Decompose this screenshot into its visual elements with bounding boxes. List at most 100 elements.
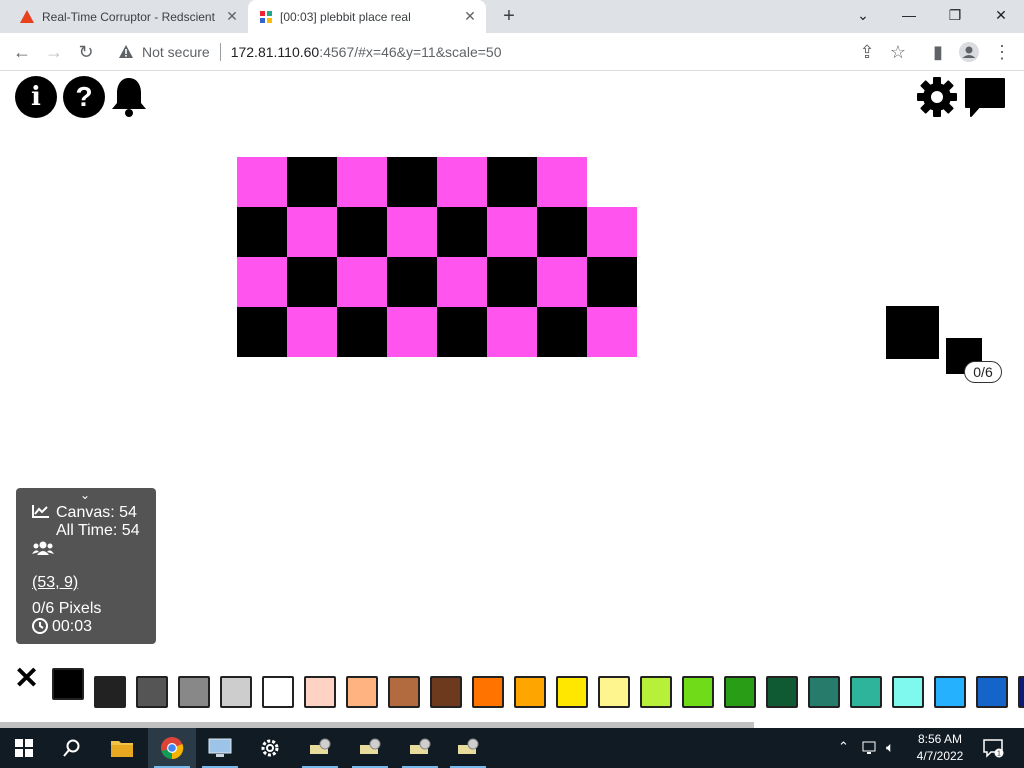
restore-button[interactable]: ❐: [932, 0, 978, 30]
canvas-pixel[interactable]: [237, 207, 287, 257]
palette-swatch[interactable]: [724, 676, 756, 708]
canvas-pixel[interactable]: [587, 307, 637, 357]
network-app-icon[interactable]: [346, 728, 394, 768]
browser-menu-icon[interactable]: ⋮: [990, 41, 1014, 65]
palette-swatch[interactable]: [262, 676, 294, 708]
canvas-pixel[interactable]: [437, 207, 487, 257]
canvas-pixel[interactable]: [237, 257, 287, 307]
canvas-pixel[interactable]: [387, 307, 437, 357]
address-bar: ← → ↻ Not secure 172.81.110.60:4567/#x=4…: [0, 33, 1024, 71]
remote-desktop-icon[interactable]: [196, 728, 244, 768]
canvas-pixel[interactable]: [387, 207, 437, 257]
coordinates-link[interactable]: (53, 9): [32, 574, 78, 592]
file-explorer-icon[interactable]: [98, 728, 146, 768]
canvas-pixel[interactable]: [287, 207, 337, 257]
chat-icon[interactable]: [963, 76, 1007, 123]
info-icon[interactable]: i: [15, 76, 57, 118]
palette-swatch[interactable]: [514, 676, 546, 708]
palette-swatch[interactable]: [934, 676, 966, 708]
palette-swatch[interactable]: [346, 676, 378, 708]
palette-swatch[interactable]: [640, 676, 672, 708]
canvas-pixel[interactable]: [387, 257, 437, 307]
canvas-pixel[interactable]: [437, 157, 487, 207]
palette-swatch[interactable]: [850, 676, 882, 708]
help-icon[interactable]: ?: [63, 76, 105, 118]
bookmark-star-icon[interactable]: ☆: [886, 41, 910, 65]
minimize-button[interactable]: —: [886, 0, 932, 30]
canvas-pixel[interactable]: [337, 307, 387, 357]
palette-swatch[interactable]: [808, 676, 840, 708]
palette-swatch[interactable]: [892, 676, 924, 708]
chrome-icon[interactable]: [148, 728, 196, 768]
new-tab-button[interactable]: +: [498, 6, 520, 28]
back-button[interactable]: ←: [10, 41, 34, 65]
place-page: i ? 0/6 ⌄ Canvas: 54 All Time: 54 (53, 9…: [0, 72, 1024, 728]
canvas-pixel[interactable]: [387, 157, 437, 207]
windows-start-icon[interactable]: [0, 728, 48, 768]
canvas-pixel[interactable]: [537, 207, 587, 257]
canvas-pixel[interactable]: [487, 307, 537, 357]
close-window-button[interactable]: ✕: [978, 0, 1024, 30]
share-icon[interactable]: ⇪: [855, 41, 879, 65]
network-app-icon[interactable]: [296, 728, 344, 768]
network-app-icon[interactable]: [396, 728, 444, 768]
canvas-pixel[interactable]: [537, 157, 587, 207]
palette-swatch[interactable]: [598, 676, 630, 708]
canvas-pixel[interactable]: [487, 207, 537, 257]
canvas-pixel[interactable]: [537, 257, 587, 307]
taskbar-clock[interactable]: 8:56 AM 4/7/2022: [910, 731, 970, 765]
tab-plebbit-place[interactable]: [00:03] plebbit place real ✕: [248, 0, 486, 33]
palette-swatch[interactable]: [976, 676, 1008, 708]
palette-swatch[interactable]: [220, 676, 252, 708]
palette-swatch[interactable]: [136, 676, 168, 708]
palette-swatch[interactable]: [388, 676, 420, 708]
palette-swatch[interactable]: [178, 676, 210, 708]
gear-icon[interactable]: [916, 76, 958, 123]
profile-avatar-icon[interactable]: [957, 41, 981, 65]
tab-real-time-corruptor[interactable]: Real-Time Corruptor - Redscient ✕: [8, 0, 248, 33]
canvas-pixel[interactable]: [337, 257, 387, 307]
close-tab-icon[interactable]: ✕: [462, 8, 478, 24]
tray-chevron-up-icon[interactable]: ⌃: [838, 739, 849, 755]
palette-swatch[interactable]: [94, 676, 126, 708]
reload-button[interactable]: ↻: [74, 41, 98, 65]
notifications-icon[interactable]: 1: [982, 738, 1004, 763]
palette-swatch[interactable]: [472, 676, 504, 708]
clock-date: 4/7/2022: [916, 749, 964, 763]
canvas-pixel[interactable]: [337, 157, 387, 207]
canvas-pixel[interactable]: [287, 157, 337, 207]
palette-swatch[interactable]: [556, 676, 588, 708]
settings-gear-icon[interactable]: [246, 728, 294, 768]
canvas-pixel[interactable]: [587, 207, 637, 257]
canvas-pixel[interactable]: [237, 307, 287, 357]
canvas-pixel[interactable]: [437, 257, 487, 307]
canvas-pixel[interactable]: [587, 257, 637, 307]
canvas-count: Canvas: 54: [56, 504, 137, 521]
palette-swatch[interactable]: [304, 676, 336, 708]
palette-swatch[interactable]: [52, 668, 84, 700]
canvas-pixel[interactable]: [437, 307, 487, 357]
palette-swatch[interactable]: [766, 676, 798, 708]
palette-swatch[interactable]: [430, 676, 462, 708]
close-tab-icon[interactable]: ✕: [224, 8, 240, 24]
canvas-pixel[interactable]: [487, 157, 537, 207]
canvas-pixel[interactable]: [287, 257, 337, 307]
canvas-pixel[interactable]: [337, 207, 387, 257]
forward-button[interactable]: →: [42, 41, 66, 65]
bell-icon[interactable]: [110, 76, 148, 123]
network-app-icon[interactable]: [444, 728, 492, 768]
url-field[interactable]: Not secure 172.81.110.60:4567/#x=46&y=11…: [108, 37, 888, 67]
volume-icon[interactable]: 🔈︎: [886, 739, 894, 756]
canvas-pixel[interactable]: [537, 307, 587, 357]
canvas-pixel[interactable]: [287, 307, 337, 357]
canvas-pixel[interactable]: [237, 157, 287, 207]
network-tray-icon[interactable]: [862, 740, 880, 761]
tab-search-chevron-icon[interactable]: ⌄: [840, 0, 886, 30]
palette-swatch[interactable]: [1018, 676, 1024, 708]
collapse-chevron-icon[interactable]: ⌄: [80, 488, 90, 502]
canvas-pixel[interactable]: [487, 257, 537, 307]
side-panel-icon[interactable]: ▮: [926, 41, 950, 65]
palette-swatch[interactable]: [682, 676, 714, 708]
close-palette-icon[interactable]: ✕: [14, 664, 40, 694]
search-icon[interactable]: [48, 728, 96, 768]
